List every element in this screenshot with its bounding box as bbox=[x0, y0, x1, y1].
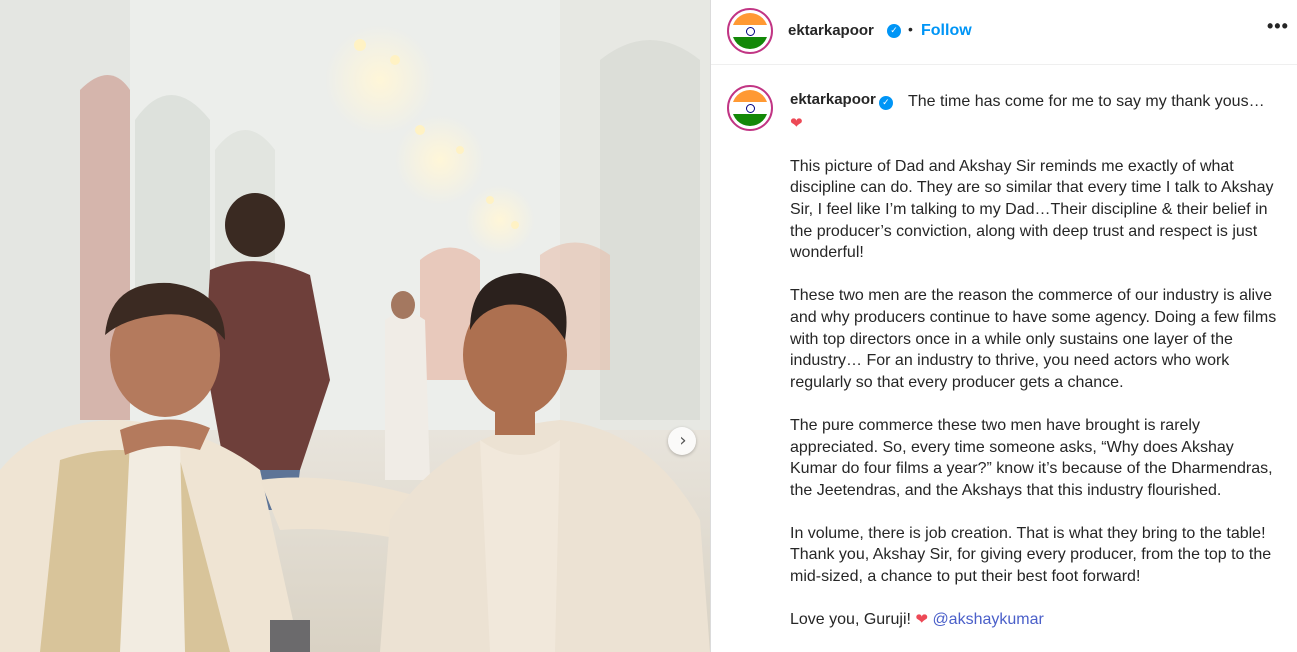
caption-paragraph: The pure commerce these two men have bro… bbox=[790, 416, 1273, 499]
post-header: ektarkapoor ✓ • Follow ••• bbox=[711, 0, 1297, 65]
header-username[interactable]: ektarkapoor bbox=[788, 22, 874, 39]
caption-avatar[interactable] bbox=[727, 85, 773, 131]
verified-badge-icon: ✓ bbox=[887, 24, 901, 38]
caption-paragraph: In volume, there is job creation. That i… bbox=[790, 524, 1272, 586]
post-photo-illustration bbox=[0, 0, 710, 652]
caption-intro-text: The time has come for me to say my thank… bbox=[908, 93, 1265, 110]
mention-link[interactable]: @akshaykumar bbox=[932, 611, 1043, 628]
chevron-right-icon: › bbox=[679, 430, 687, 451]
avatar[interactable] bbox=[727, 8, 773, 54]
caption-closing: Love you, Guruji! ❤ @akshaykumar bbox=[790, 609, 1280, 631]
india-flag-icon bbox=[732, 90, 768, 126]
caption-intro: The time has come for me to say my thank… bbox=[790, 91, 1280, 134]
post-image[interactable]: › bbox=[0, 0, 710, 652]
carousel-next-button[interactable]: › bbox=[668, 427, 696, 455]
caption-closing-text: Love you, Guruji! bbox=[790, 611, 911, 629]
caption-text: The time has come for me to say my thank… bbox=[790, 91, 1280, 652]
caption-area: ektarkapoor ✓ The time has come for me to… bbox=[711, 66, 1297, 652]
more-options-icon[interactable]: ••• bbox=[1267, 16, 1289, 37]
caption-paragraph: These two men are the reason the commerc… bbox=[790, 287, 1277, 391]
heart-emoji-icon: ❤ bbox=[915, 610, 928, 629]
separator-dot: • bbox=[908, 21, 913, 37]
india-flag-icon bbox=[732, 13, 768, 49]
heart-emoji-icon: ❤ bbox=[790, 113, 803, 132]
follow-button[interactable]: Follow bbox=[921, 22, 972, 40]
caption-paragraph: This picture of Dad and Akshay Sir remin… bbox=[790, 157, 1274, 262]
